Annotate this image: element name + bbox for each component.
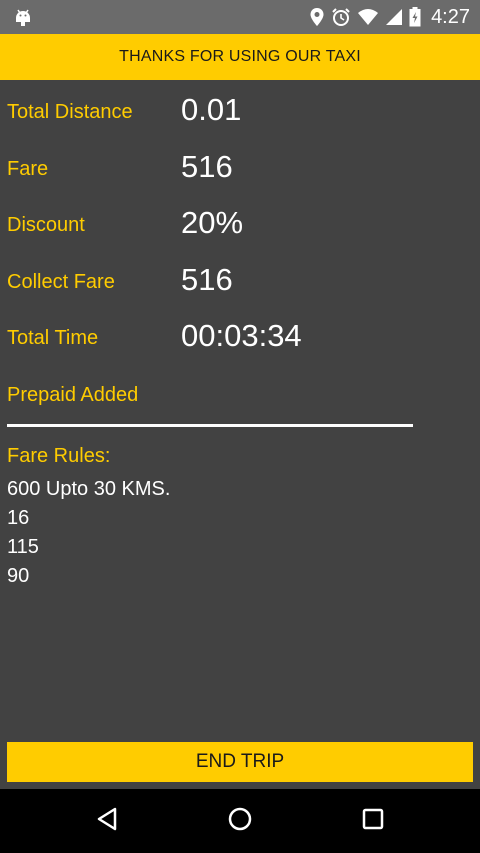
fare-rule-line: 600 Upto 30 KMS.	[7, 478, 171, 500]
navigation-bar	[0, 789, 480, 853]
alarm-icon	[331, 7, 351, 27]
fare-rule-line: 90	[7, 565, 30, 587]
status-bar: 4:27	[0, 0, 480, 34]
fare-rules-title: Fare Rules:	[7, 445, 111, 467]
signal-icon	[385, 8, 403, 26]
discount-value: 20%	[181, 205, 244, 240]
fare-rule-line: 115	[7, 536, 39, 558]
end-trip-button[interactable]: END TRIP	[7, 742, 473, 782]
collect-fare-value: 516	[181, 262, 233, 297]
home-icon	[227, 806, 253, 837]
recents-icon	[361, 807, 385, 836]
back-icon	[94, 806, 120, 837]
fare-value: 516	[181, 149, 233, 184]
battery-icon	[409, 7, 421, 27]
collect-fare-label: Collect Fare	[7, 271, 115, 293]
total-time-label: Total Time	[7, 327, 99, 349]
total-time-value: 00:03:34	[181, 318, 302, 353]
back-button[interactable]	[91, 805, 123, 837]
fare-label: Fare	[7, 158, 49, 180]
total-distance-label: Total Distance	[7, 101, 133, 123]
total-distance-value: 0.01	[181, 92, 242, 127]
home-button[interactable]	[224, 805, 256, 837]
recents-button[interactable]	[357, 805, 389, 837]
fare-rules-list: 600 Upto 30 KMS. 16 115 90	[7, 475, 170, 591]
fare-rule-line: 16	[7, 507, 30, 529]
prepaid-added-label: Prepaid Added	[7, 384, 139, 406]
wifi-icon	[357, 8, 379, 26]
android-icon	[12, 6, 34, 33]
status-time: 4:27	[431, 5, 470, 28]
status-icons: 4:27	[309, 0, 470, 34]
page-title: THANKS FOR USING OUR TAXI	[0, 34, 480, 80]
divider	[7, 424, 413, 427]
location-icon	[309, 7, 325, 27]
discount-label: Discount	[7, 214, 85, 236]
